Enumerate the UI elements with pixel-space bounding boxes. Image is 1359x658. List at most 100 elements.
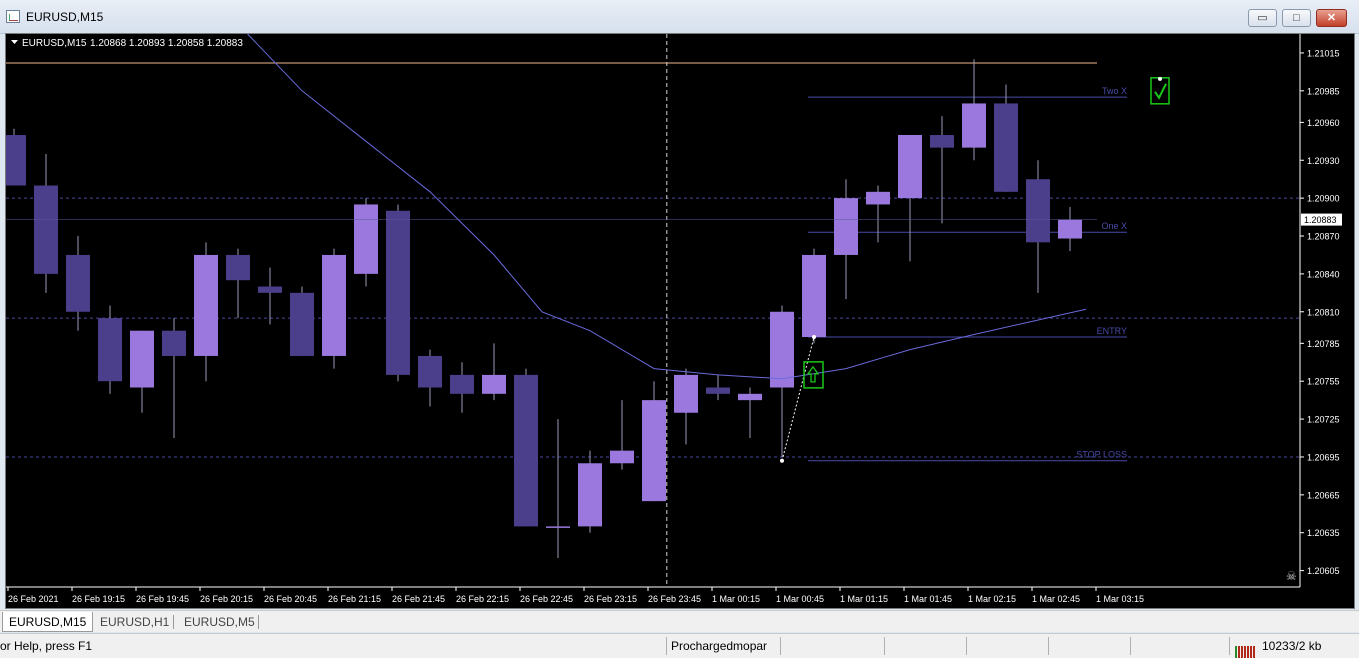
price-tick-label: 1.21015 [1307,48,1340,58]
traffic-label: 10233/2 kb [1262,639,1322,653]
current-price-label: 1.20883 [1304,215,1337,225]
candle-body [226,254,250,281]
time-tick-label: 1 Mar 01:15 [840,594,888,604]
time-tick-label: 26 Feb 19:45 [136,594,189,604]
price-tick-label: 1.20665 [1307,490,1340,500]
price-tick-label: 1.20605 [1307,566,1340,576]
price-tick-label: 1.20900 [1307,194,1340,204]
price-tick-label: 1.20810 [1307,307,1340,317]
time-tick-label: 26 Feb 23:15 [584,594,637,604]
price-tick-label: 1.20985 [1307,86,1340,96]
status-separator [1048,637,1049,655]
expert-smiley-icon[interactable]: ☠ [1286,569,1297,583]
status-separator [1229,637,1230,655]
minimize-button[interactable]: ▭ [1248,9,1277,27]
price-tick-label: 1.20960 [1307,118,1340,128]
time-tick-label: 26 Feb 23:45 [648,594,701,604]
price-chart[interactable]: Two X One X ENTRY STOP LOSS 1.21015 1.20985 1… [5,33,1355,609]
time-tick-label: 26 Feb 20:45 [264,594,317,604]
time-tick-label: 26 Feb 21:15 [328,594,381,604]
maximize-button[interactable]: □ [1282,9,1311,27]
tab-eurusd-m5[interactable]: EURUSD,M5 [178,612,261,632]
time-tick-label: 26 Feb 2021 [8,594,59,604]
chart-window-icon[interactable] [6,10,20,23]
price-tick-label: 1.20870 [1307,232,1340,242]
candle-body [386,210,410,375]
candle-body [258,286,282,293]
candle-body [1026,179,1050,243]
chart-canvas[interactable]: Two X One X ENTRY STOP LOSS 1.21015 1.20985 1… [6,34,1354,608]
time-tick-label: 1 Mar 02:45 [1032,594,1080,604]
candle-body [546,526,570,528]
status-bar: or Help, press F1 Prochargedmopar 10233/… [0,633,1359,658]
status-separator [966,637,967,655]
connection-traffic-icon[interactable] [1235,640,1259,658]
status-separator [1130,637,1131,655]
status-separator [780,637,781,655]
candle-body [706,387,730,394]
trade-level-label: One X [1101,221,1127,231]
candle-body [930,135,954,148]
status-separator [666,637,667,655]
candle-body [898,135,922,199]
candle-body [962,103,986,148]
time-tick-label: 1 Mar 01:45 [904,594,952,604]
candle-body [6,135,26,186]
check-top-dot [1158,76,1162,81]
candle-body [674,374,698,413]
candle-body [866,191,890,205]
chart-tabs-bar: EURUSD,M15 EURUSD,H1 EURUSD,M5 [0,610,1359,632]
status-separator [884,637,885,655]
price-tick-label: 1.20930 [1307,156,1340,166]
price-tick-label: 1.20785 [1307,339,1340,349]
candle-body [1058,219,1082,239]
candle-body [642,400,666,502]
candle-body [162,330,186,356]
candle-body [770,311,794,388]
chart-menu-triangle-icon[interactable] [11,40,18,44]
candle-body [354,204,378,274]
price-tick-label: 1.20635 [1307,528,1340,538]
time-tick-label: 26 Feb 22:45 [520,594,573,604]
price-tick-label: 1.20725 [1307,415,1340,425]
trade-level-label: Two X [1102,86,1127,96]
svg-text:☠: ☠ [1286,569,1297,583]
candle-body [130,330,154,388]
time-tick-label: 26 Feb 22:15 [456,594,509,604]
time-tick-label: 26 Feb 19:15 [72,594,125,604]
candle-body [322,254,346,356]
time-tick-label: 1 Mar 00:15 [712,594,760,604]
time-tick-label: 26 Feb 20:15 [200,594,253,604]
check-box-frame [1150,77,1170,105]
tab-separator [258,615,259,629]
candle-body [834,198,858,255]
candle-body [290,292,314,356]
candle-body [738,393,762,401]
help-hint: or Help, press F1 [0,639,93,653]
trade-level-label: ENTRY [1097,326,1127,336]
profile-name: Prochargedmopar [671,639,768,653]
chart-symbol-label: EURUSD,M15 [22,38,87,49]
candle-body [994,103,1018,192]
tab-eurusd-m15[interactable]: EURUSD,M15 [2,612,94,632]
candle-body [482,374,506,394]
tab-eurusd-h1[interactable]: EURUSD,H1 [94,612,175,632]
candle-body [34,185,58,274]
buy-arrow-icon [806,365,820,383]
candle-body [194,254,218,356]
time-tick-label: 1 Mar 02:15 [968,594,1016,604]
time-tick-label: 1 Mar 00:45 [776,594,824,604]
candle-body [98,318,122,382]
candle-body [578,463,602,527]
candle-body [802,254,826,338]
time-tick-label: 26 Feb 21:45 [392,594,445,604]
entry-point-dot [812,335,816,340]
stop-point-dot [780,458,784,463]
terminal-window: EURUSD,M15 ▭ □ ✕ Two X One X ENTRY STOP LOS… [0,0,1359,658]
close-button[interactable]: ✕ [1316,9,1347,27]
title-bar[interactable]: EURUSD,M15 ▭ □ ✕ [0,0,1359,34]
candle-body [514,374,538,527]
price-tick-label: 1.20755 [1307,377,1340,387]
check-mark-icon [1154,83,1167,100]
price-tick-label: 1.20840 [1307,269,1340,279]
